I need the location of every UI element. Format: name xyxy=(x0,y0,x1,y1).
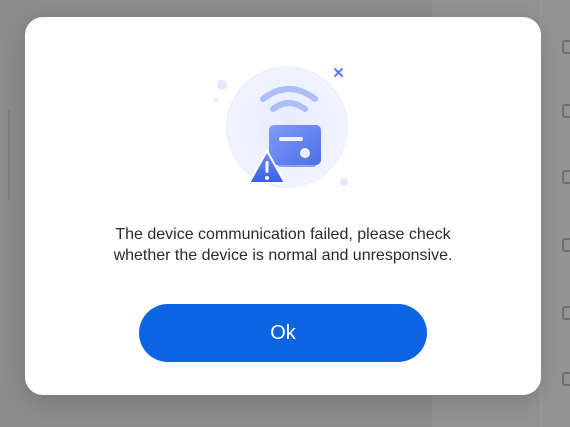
background-toolbar-icon xyxy=(562,238,570,252)
error-dialog: The device communication failed, please … xyxy=(25,17,541,395)
background-toolbar-icon xyxy=(562,40,570,54)
ok-button[interactable]: Ok xyxy=(139,304,427,362)
error-message-line: whether the device is normal and unrespo… xyxy=(113,247,453,264)
background-divider xyxy=(0,110,10,200)
background-toolbar-icon xyxy=(562,306,570,320)
background-toolbar-icon xyxy=(562,104,570,118)
background-toolbar-icon xyxy=(562,170,570,184)
background-toolbar xyxy=(540,0,570,427)
device-connection-warning-icon xyxy=(214,66,348,188)
error-message: The device communication failed, please … xyxy=(65,224,501,266)
background-toolbar-icon xyxy=(562,372,570,386)
error-message-line: The device communication failed, please … xyxy=(115,226,451,243)
